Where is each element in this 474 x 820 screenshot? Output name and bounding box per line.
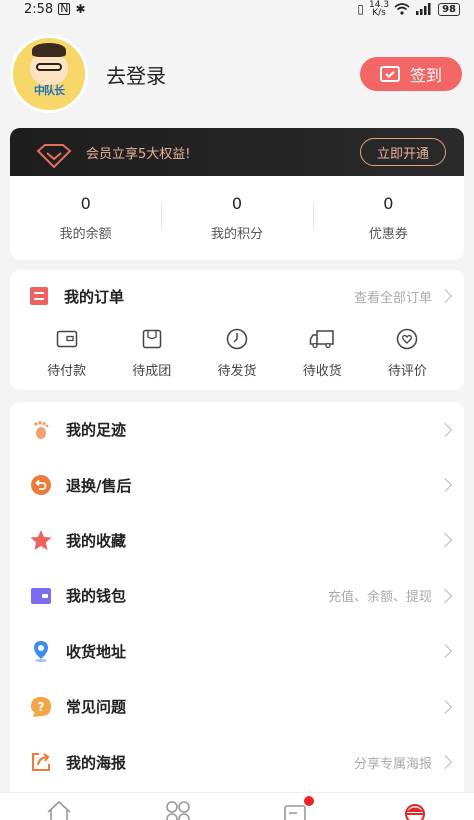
menu-poster[interactable]: 我的海报 分享专属海报 <box>10 734 464 789</box>
wifi-icon <box>394 3 410 15</box>
order-status-label: 待成团 <box>132 364 172 379</box>
notification-badge <box>304 796 315 806</box>
order-status-label: 待评价 <box>387 364 427 379</box>
avatar-face <box>30 43 68 85</box>
tab-category[interactable] <box>158 796 198 820</box>
order-status-pending-review[interactable]: 待评价 <box>365 328 450 379</box>
status-time: 2:58 <box>24 1 54 17</box>
signal-icon <box>416 3 431 15</box>
chevron-right-icon <box>437 588 453 603</box>
menu-favorites[interactable]: 我的收藏 <box>10 513 464 568</box>
account-card: 会员立享5大权益! 立即开通 0 我的余额 0 我的积分 0 优惠券 <box>10 128 464 260</box>
checkin-button[interactable]: 签到 <box>360 57 462 91</box>
menu-label: 我的足迹 <box>66 421 127 440</box>
order-status-label: 待付款 <box>47 364 87 379</box>
stat-label: 优惠券 <box>368 227 408 242</box>
checkin-label: 签到 <box>409 66 442 85</box>
chevron-right-icon <box>437 422 453 437</box>
order-status-pending-receipt[interactable]: 待收货 <box>280 328 365 379</box>
share-icon <box>30 751 52 773</box>
order-status-pending-shipment[interactable]: 待发货 <box>194 328 279 379</box>
order-status-label: 待发货 <box>217 364 257 379</box>
menu-faq[interactable]: ? 常见问题 <box>10 679 464 734</box>
bluetooth-icon: ✱ <box>75 2 86 16</box>
vip-open-button[interactable]: 立即开通 <box>360 138 446 166</box>
nfc-icon: N <box>58 2 71 15</box>
chevron-right-icon <box>437 754 453 770</box>
login-link[interactable]: 去登录 <box>106 60 166 89</box>
menu-label: 我的钱包 <box>66 587 127 606</box>
menu-label: 收货地址 <box>66 642 127 661</box>
orders-list-icon <box>30 287 48 305</box>
stat-points[interactable]: 0 我的积分 <box>161 194 312 242</box>
vibrate-icon: ▯ <box>357 2 365 16</box>
menu-wallet[interactable]: 我的钱包 充值、余额、提现 <box>10 568 464 623</box>
stat-coupons[interactable]: 0 优惠券 <box>312 194 464 242</box>
avatar[interactable]: 中队长 <box>10 35 88 113</box>
stats-row: 0 我的余额 0 我的积分 0 优惠券 <box>10 176 464 260</box>
chevron-right-icon <box>437 478 453 493</box>
menu-label: 常见问题 <box>66 698 127 717</box>
menu-label: 退换/售后 <box>66 476 132 495</box>
order-status-row: 待付款 待成团 待发货 待收货 待评价 <box>10 328 464 379</box>
profile-header: 中队长 去登录 签到 <box>10 34 464 114</box>
order-status-label: 待收货 <box>302 364 342 379</box>
bag-icon <box>142 328 162 350</box>
diamond-icon <box>36 143 72 169</box>
question-icon: ? <box>30 696 52 718</box>
footprint-icon <box>30 419 52 441</box>
chevron-right-icon <box>437 533 453 548</box>
vip-banner[interactable]: 会员立享5大权益! 立即开通 <box>10 128 464 176</box>
avatar-brand-text: 中队长 <box>34 84 65 97</box>
menu-label: 我的收藏 <box>66 531 127 550</box>
heart-comment-icon <box>396 328 418 350</box>
menu-address[interactable]: 收货地址 <box>10 624 464 679</box>
chevron-right-icon <box>437 644 453 659</box>
wallet-icon <box>56 328 78 350</box>
stat-value: 0 <box>383 194 394 213</box>
stat-label: 我的积分 <box>210 227 263 242</box>
wallet-purple-icon <box>30 585 52 607</box>
svg-text:?: ? <box>38 700 45 714</box>
truck-icon <box>309 328 335 350</box>
order-status-pending-group[interactable]: 待成团 <box>109 328 194 379</box>
home-icon <box>47 800 71 820</box>
location-icon <box>30 640 52 663</box>
calendar-check-icon <box>379 66 400 82</box>
menu-hint: 分享专属海报 <box>353 756 432 772</box>
stat-balance[interactable]: 0 我的余额 <box>10 194 161 242</box>
menu-hint: 充值、余额、提现 <box>327 590 432 606</box>
menu-footprints[interactable]: 我的足迹 <box>10 402 464 457</box>
profile-icon <box>404 804 425 820</box>
tab-messages[interactable] <box>276 796 316 820</box>
orders-header[interactable]: 我的订单 查看全部订单 <box>10 270 464 322</box>
order-status-pending-payment[interactable]: 待付款 <box>24 328 109 379</box>
chevron-right-icon <box>437 699 453 714</box>
status-bar: 2:58 N ✱ ▯ 14.3 K/s 98 <box>0 0 474 18</box>
menu-card: 我的足迹 退换/售后 我的收藏 我的钱包 充值、余额、提现 收货地址 ? 常见问… <box>10 402 464 794</box>
view-all-orders-link[interactable]: 查看全部订单 <box>354 287 432 306</box>
return-icon <box>30 474 52 496</box>
tab-home[interactable] <box>39 796 79 820</box>
bottom-tab-bar <box>0 792 474 820</box>
chevron-right-icon <box>437 288 453 304</box>
menu-label: 我的海报 <box>66 753 127 772</box>
orders-title: 我的订单 <box>64 287 125 306</box>
grid-icon <box>165 801 190 820</box>
stat-label: 我的余额 <box>59 227 112 242</box>
star-icon <box>30 529 52 551</box>
stat-value: 0 <box>80 194 91 213</box>
battery-indicator: 98 <box>438 2 460 16</box>
stat-value: 0 <box>231 194 243 213</box>
clock-icon <box>226 328 248 350</box>
orders-card: 我的订单 查看全部订单 待付款 待成团 待发货 待收货 待评价 <box>10 270 464 390</box>
tab-profile[interactable] <box>395 796 435 820</box>
menu-returns[interactable]: 退换/售后 <box>10 457 464 512</box>
vip-promo-text: 会员立享5大权益! <box>86 146 191 162</box>
net-speed: 14.3 K/s <box>369 0 390 18</box>
